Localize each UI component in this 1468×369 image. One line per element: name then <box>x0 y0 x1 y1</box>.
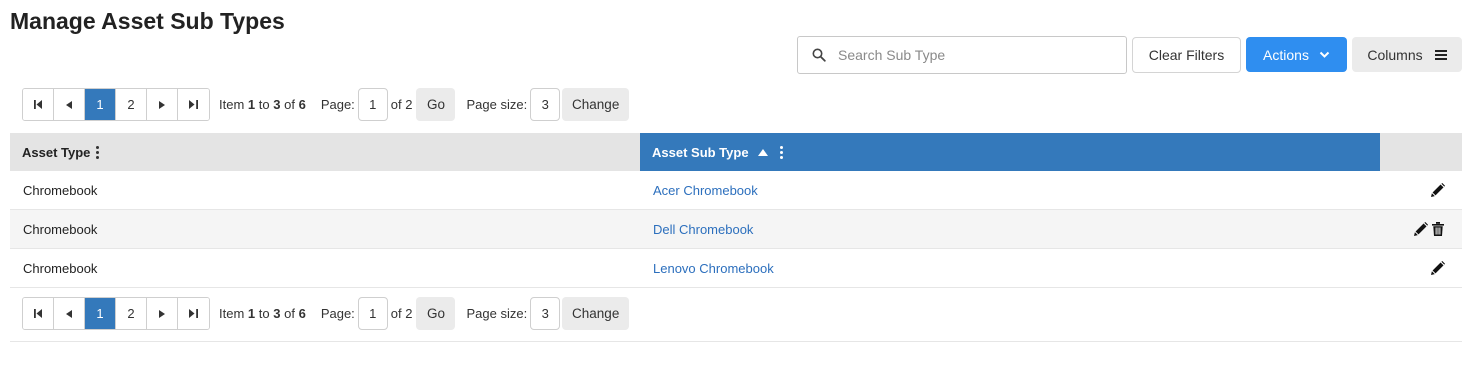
actions-label: Actions <box>1263 46 1309 63</box>
page-label: Page: <box>320 97 355 112</box>
last-page-button[interactable] <box>178 298 209 329</box>
asset-sub-type-link[interactable]: Dell Chromebook <box>640 222 1380 237</box>
asset-type-cell: Chromebook <box>23 182 98 198</box>
columns-label: Columns <box>1367 46 1423 63</box>
go-button[interactable]: Go <box>416 88 456 121</box>
sort-ascending-icon <box>757 148 768 156</box>
asset-type-cell: Chromebook <box>23 260 98 276</box>
change-button[interactable]: Change <box>562 297 630 330</box>
page-number-input[interactable]: 1 <box>357 297 388 330</box>
prev-page-button[interactable] <box>54 298 85 329</box>
page-button-2[interactable]: 2 <box>116 89 147 120</box>
divider <box>10 341 1462 342</box>
pager-bottom: 1 2 Item 1 to 3 of 6 Page: 1 of 2 Go Pag… <box>22 297 630 330</box>
first-page-button[interactable] <box>23 89 54 120</box>
table-row[interactable]: Chromebook Dell Chromebook <box>10 210 1462 249</box>
pencil-icon[interactable] <box>1430 260 1446 276</box>
asset-sub-type-link[interactable]: Acer Chromebook <box>640 183 1380 198</box>
prev-page-icon <box>66 97 72 112</box>
column-header-asset-sub-type[interactable]: Asset Sub Type <box>640 133 1380 171</box>
actions-button[interactable]: Actions <box>1246 37 1347 72</box>
page-button-2[interactable]: 2 <box>116 298 147 329</box>
change-button[interactable]: Change <box>562 88 630 121</box>
table-row[interactable]: Chromebook Lenovo Chromebook <box>10 249 1462 288</box>
last-page-icon <box>189 97 198 112</box>
next-page-button[interactable] <box>147 89 178 120</box>
page-of-text: of 2 <box>390 306 413 321</box>
column-menu-icon[interactable] <box>96 145 100 159</box>
search-icon <box>804 48 834 62</box>
pager-buttons: 1 2 <box>22 297 210 330</box>
column-header-asset-type[interactable]: Asset Type <box>10 133 640 171</box>
column-header-label: Asset Type <box>22 144 91 160</box>
column-menu-icon[interactable] <box>779 145 783 159</box>
chevron-down-icon <box>1319 51 1330 59</box>
row-actions <box>1380 260 1462 276</box>
pager-top: 1 2 Item 1 to 3 of 6 Page: 1 of 2 Go Pag… <box>22 88 630 121</box>
first-page-button[interactable] <box>23 298 54 329</box>
pencil-icon[interactable] <box>1430 182 1446 198</box>
column-header-actions <box>1380 133 1462 171</box>
search-input[interactable] <box>838 47 1126 63</box>
item-range-text: Item 1 to 3 of 6 <box>219 306 306 321</box>
page-button-1[interactable]: 1 <box>85 89 116 120</box>
asset-sub-type-link[interactable]: Lenovo Chromebook <box>640 261 1380 276</box>
pager-buttons: 1 2 <box>22 88 210 121</box>
table-row[interactable]: Chromebook Acer Chromebook <box>10 171 1462 210</box>
item-range-text: Item 1 to 3 of 6 <box>219 97 306 112</box>
page-size-input[interactable]: 3 <box>530 88 561 121</box>
page-button-1[interactable]: 1 <box>85 298 116 329</box>
search-box[interactable] <box>797 36 1127 74</box>
column-header-label: Asset Sub Type <box>652 144 749 160</box>
row-actions <box>1380 221 1462 237</box>
next-page-icon <box>159 306 165 321</box>
row-actions <box>1380 182 1462 198</box>
page-size-input[interactable]: 3 <box>530 297 561 330</box>
clear-filters-label: Clear Filters <box>1148 47 1225 63</box>
prev-page-icon <box>66 306 72 321</box>
page-number-input[interactable]: 1 <box>357 88 388 121</box>
clear-filters-button[interactable]: Clear Filters <box>1132 37 1241 73</box>
grid-header: Asset Type Asset Sub Type <box>10 133 1462 171</box>
last-page-button[interactable] <box>178 89 209 120</box>
page-of-text: of 2 <box>390 97 413 112</box>
next-page-icon <box>159 97 165 112</box>
last-page-icon <box>189 306 198 321</box>
page-size-label: Page size: <box>466 97 528 112</box>
page-label: Page: <box>320 306 355 321</box>
next-page-button[interactable] <box>147 298 178 329</box>
asset-type-cell: Chromebook <box>23 221 98 237</box>
page-title: Manage Asset Sub Types <box>10 8 285 34</box>
asset-sub-type-grid: Asset Type Asset Sub Type Chromebook Ace… <box>10 133 1462 288</box>
first-page-icon <box>33 97 43 112</box>
go-button[interactable]: Go <box>416 297 456 330</box>
menu-icon <box>1434 49 1447 60</box>
columns-button[interactable]: Columns <box>1352 37 1462 72</box>
page-size-label: Page size: <box>466 306 528 321</box>
pencil-icon[interactable] <box>1413 221 1429 237</box>
first-page-icon <box>33 306 43 321</box>
prev-page-button[interactable] <box>54 89 85 120</box>
trash-icon[interactable] <box>1430 221 1446 237</box>
